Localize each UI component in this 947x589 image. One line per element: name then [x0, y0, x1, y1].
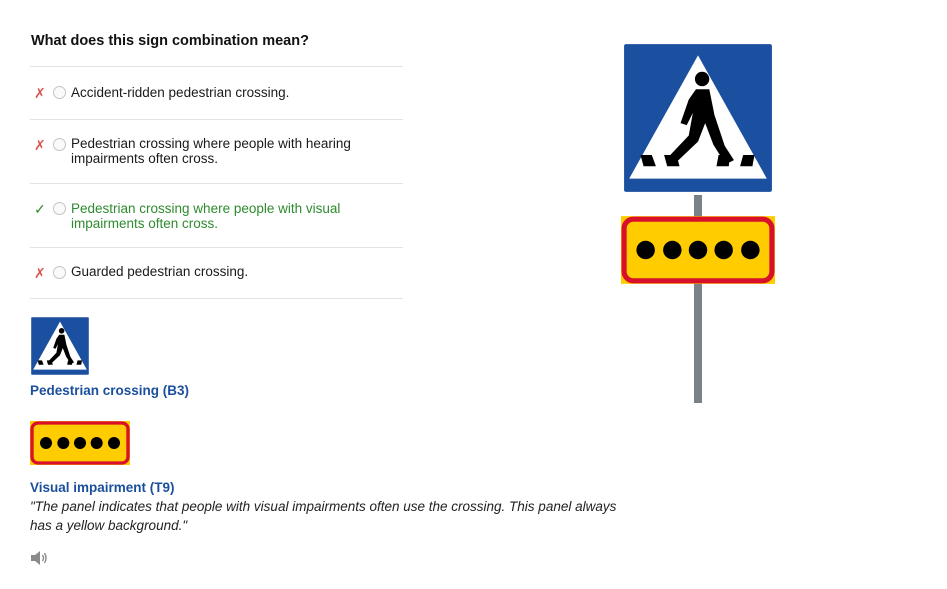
cross-icon: ✗ — [34, 265, 46, 281]
answer-option[interactable]: ✗ Accident-ridden pedestrian crossing. — [30, 66, 403, 119]
sign-description: "The panel indicates that people with vi… — [30, 499, 617, 533]
answer-radio[interactable] — [53, 202, 66, 215]
answer-radio[interactable] — [53, 138, 66, 151]
question-title: What does this sign combination mean? — [31, 33, 309, 49]
visual-impairment-panel-thumbnail[interactable] — [30, 420, 130, 466]
answer-option[interactable]: ✓ Pedestrian crossing where people with … — [30, 183, 403, 247]
pedestrian-crossing-sign-thumbnail[interactable] — [30, 316, 90, 376]
answer-option[interactable]: ✗ Guarded pedestrian crossing. — [30, 247, 403, 299]
speaker-icon[interactable] — [30, 550, 48, 566]
answer-text: Guarded pedestrian crossing. — [71, 264, 249, 279]
answer-text: Pedestrian crossing where people with vi… — [71, 201, 341, 231]
cross-icon: ✗ — [34, 137, 46, 153]
answer-list: ✗ Accident-ridden pedestrian crossing. ✗… — [30, 66, 403, 299]
cross-icon: ✗ — [34, 85, 46, 101]
sign-caption-t9[interactable]: Visual impairment (T9) — [30, 480, 175, 495]
answer-radio[interactable] — [53, 266, 66, 279]
answer-option[interactable]: ✗ Pedestrian crossing where people with … — [30, 119, 403, 183]
sign-caption-b3[interactable]: Pedestrian crossing (B3) — [30, 383, 189, 398]
sign-combination-image — [621, 41, 775, 403]
answer-radio[interactable] — [53, 86, 66, 99]
check-icon: ✓ — [34, 201, 46, 217]
pedestrian-crossing-sign — [621, 41, 775, 195]
answer-text: Pedestrian crossing where people with he… — [71, 136, 351, 166]
visual-impairment-panel — [621, 216, 775, 284]
answer-text: Accident-ridden pedestrian crossing. — [71, 85, 290, 100]
